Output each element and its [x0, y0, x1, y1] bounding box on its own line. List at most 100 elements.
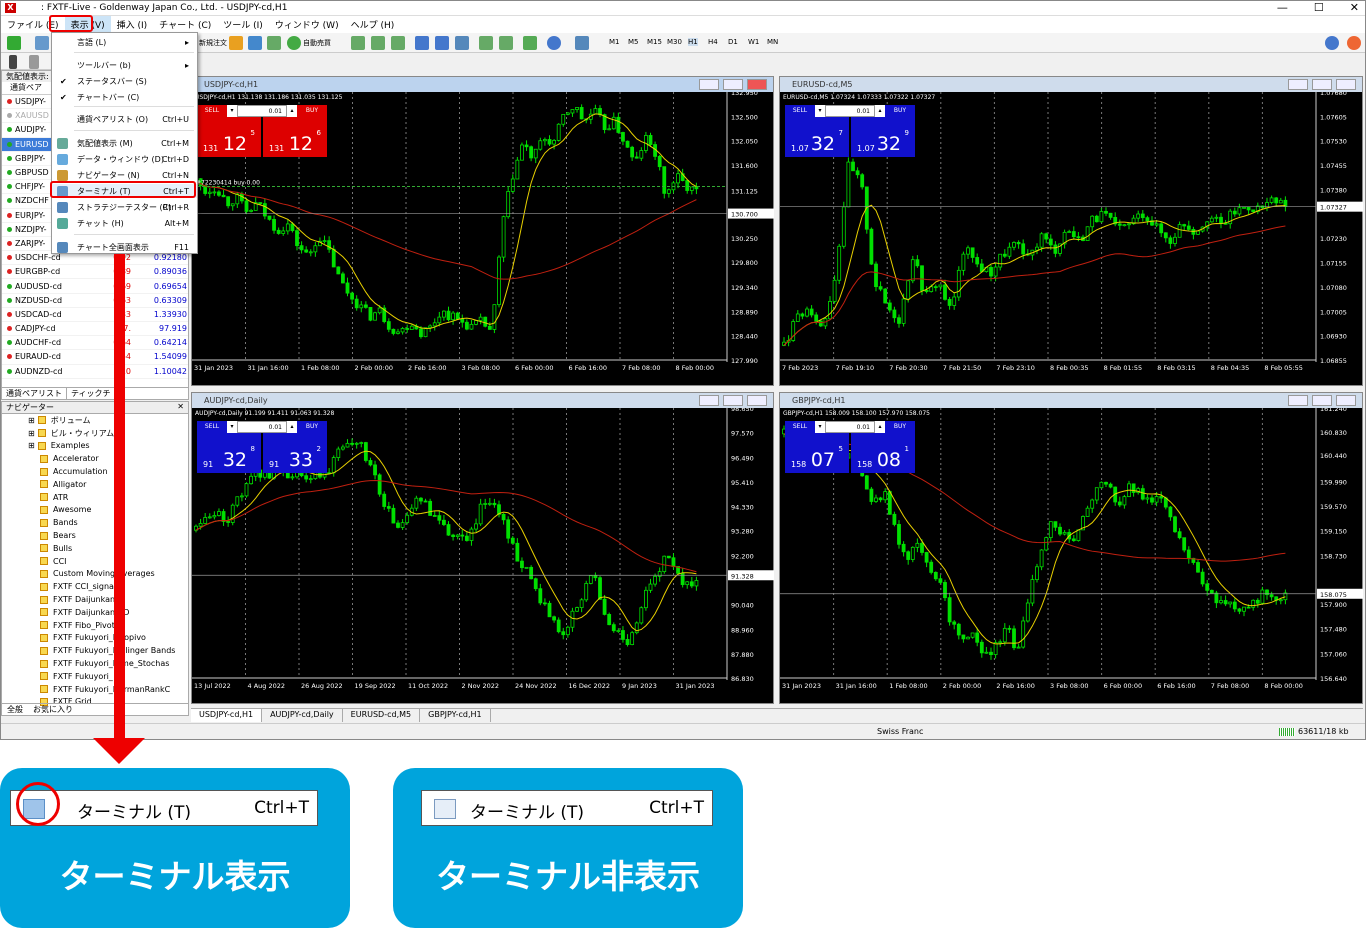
chart-close-button[interactable] — [747, 79, 767, 90]
menu-item[interactable]: ツールバー (b) ▸ — [52, 58, 197, 72]
chart-tab-gbpjpy[interactable]: GBPJPY-cd,H1 — [420, 709, 491, 722]
chart-minimize-button[interactable] — [699, 79, 719, 90]
menu-item[interactable]: 気配値表示 (M) Ctrl+M — [52, 136, 197, 150]
tf-mn[interactable]: MN — [767, 38, 778, 46]
chart-tab-audjpy[interactable]: AUDJPY-cd,Daily — [262, 709, 343, 722]
chart-window[interactable]: GBPJPY-cd,H1 161.240 160.830 160.440 159.99… — [779, 392, 1363, 704]
menu-item[interactable]: データ・ウィンドウ (D) Ctrl+D — [52, 152, 197, 166]
list-item[interactable]: AUDCHF-cd0.640.64214 — [2, 336, 188, 351]
crosshair-icon[interactable] — [29, 55, 39, 69]
tree-item[interactable]: FXTF Fukuyori_Hime_Stochas — [2, 657, 188, 670]
list-item[interactable]: CADJPY-cd97.97.919 — [2, 322, 188, 337]
cursor-icon[interactable] — [9, 55, 17, 69]
menu-item[interactable]: ✔ ステータスバー (S) — [52, 74, 197, 88]
tree-item[interactable]: ⊞ ボリューム — [2, 414, 188, 427]
chart-close-button[interactable] — [1336, 79, 1356, 90]
tf-w1[interactable]: W1 — [748, 38, 759, 46]
new-order-button[interactable]: 新規注文 — [199, 38, 227, 48]
list-item[interactable]: EURGBP-cd0.890.89036 — [2, 265, 188, 280]
maximize-button[interactable]: ☐ — [1314, 1, 1324, 14]
tree-item[interactable]: FXTF Fukuyori_ — [2, 670, 188, 683]
chart-minimize-button[interactable] — [1288, 79, 1308, 90]
chart-minimize-button[interactable] — [1288, 395, 1308, 406]
lot-size-input[interactable]: 0.01 — [825, 105, 875, 117]
profiles-icon[interactable] — [35, 36, 49, 50]
tree-item[interactable]: Accumulation — [2, 465, 188, 478]
lot-down-icon[interactable]: ▾ — [815, 421, 825, 433]
chart-shift-icon[interactable] — [499, 36, 513, 50]
bar-chart-icon[interactable] — [351, 36, 365, 50]
chart-close-button[interactable] — [747, 395, 767, 406]
menu-item[interactable]: ターミナル (T) Ctrl+T — [52, 184, 197, 198]
close-button[interactable]: ✕ — [1350, 1, 1359, 14]
tree-item[interactable]: FXTF Fukuyori_Fibopivo — [2, 632, 188, 645]
tree-item[interactable]: FXTF Fibo_Pivot — [2, 619, 188, 632]
periods-icon[interactable] — [547, 36, 561, 50]
tree-item[interactable]: Bulls — [2, 542, 188, 555]
menu-chart[interactable]: チャート (C) — [153, 16, 217, 33]
menu-item[interactable]: チャット (H) Alt+M — [52, 216, 197, 230]
auto-trade-icon[interactable] — [287, 36, 301, 50]
buy-button[interactable]: 1.07 32 9 — [851, 117, 915, 157]
chart-restore-button[interactable] — [1312, 79, 1332, 90]
menu-item[interactable]: ストラテジーテスター (R) Ctrl+R — [52, 200, 197, 214]
chart-restore-button[interactable] — [723, 79, 743, 90]
list-item[interactable]: NZDUSD-cd0.630.63309 — [2, 294, 188, 308]
tab-symbol-list[interactable]: 通貨ペアリスト — [2, 388, 67, 399]
tree-item[interactable]: FXTF Daijunkan CD — [2, 606, 188, 619]
chart-close-button[interactable] — [1336, 395, 1356, 406]
tree-item[interactable]: FXTF CCI_signal — [2, 580, 188, 593]
list-item[interactable]: USDCAD-cd1.331.33930 — [2, 308, 188, 322]
expand-icon[interactable]: ⊞ — [28, 441, 35, 450]
lot-up-icon[interactable]: ▴ — [875, 421, 885, 433]
menu-file[interactable]: ファイル (E) — [1, 16, 65, 33]
lot-size-input[interactable]: 0.01 — [237, 105, 287, 117]
chart-tab-usdjpy[interactable]: USDJPY-cd,H1 — [191, 709, 263, 722]
tf-h4[interactable]: H4 — [708, 38, 718, 46]
tab-favorites[interactable]: お気に入り — [28, 704, 78, 715]
tf-d1[interactable]: D1 — [728, 38, 738, 46]
tree-item[interactable]: Custom Moving Averages — [2, 568, 188, 581]
menu-item[interactable]: 言語 (L) ▸ — [52, 35, 197, 49]
menu-window[interactable]: ウィンドウ (W) — [269, 16, 345, 33]
sell-button[interactable]: 1.07 32 7 — [785, 117, 849, 157]
chart-window[interactable]: USDJPY-cd,H1 132.950 132.500 132.050 131.60… — [191, 76, 774, 386]
tf-m15[interactable]: M15 — [647, 38, 662, 46]
lot-up-icon[interactable]: ▴ — [875, 105, 885, 117]
zoom-in-icon[interactable] — [415, 36, 429, 50]
chart-restore-button[interactable] — [1312, 395, 1332, 406]
chart-minimize-button[interactable] — [699, 395, 719, 406]
line-chart-icon[interactable] — [391, 36, 405, 50]
candle-chart-icon[interactable] — [371, 36, 385, 50]
menu-view[interactable]: 表示 (V) — [64, 16, 111, 33]
menu-tools[interactable]: ツール (I) — [217, 16, 269, 33]
lot-size-input[interactable]: 0.01 — [237, 421, 287, 433]
buy-button[interactable]: 158 08 1 — [851, 433, 915, 473]
tree-item[interactable]: ⊞ ビル・ウィリアムス — [2, 427, 188, 440]
menu-help[interactable]: ヘルプ (H) — [345, 16, 401, 33]
tree-item[interactable]: ⊞ Examples — [2, 440, 188, 453]
tree-item[interactable]: Alligator — [2, 478, 188, 491]
sell-button[interactable]: 158 07 5 — [785, 433, 849, 473]
tab-general[interactable]: 全般 — [2, 704, 28, 715]
menu-item[interactable]: ナビゲーター (N) Ctrl+N — [52, 168, 197, 182]
new-chart-icon[interactable] — [7, 36, 21, 50]
menu-item[interactable]: チャート全画面表示 F11 — [52, 240, 197, 254]
zoom-out-icon[interactable] — [435, 36, 449, 50]
tree-item[interactable]: ATR — [2, 491, 188, 504]
tf-m5[interactable]: M5 — [628, 38, 639, 46]
expand-icon[interactable]: ⊞ — [28, 429, 35, 438]
navigator-close-icon[interactable]: ✕ — [177, 402, 184, 411]
sell-button[interactable]: 131 12 5 — [197, 117, 261, 157]
monitor-icon[interactable] — [267, 36, 281, 50]
indicators-icon[interactable] — [523, 36, 537, 50]
list-item[interactable]: AUDUSD-cd0.690.69654 — [2, 279, 188, 294]
person-icon[interactable] — [248, 36, 262, 50]
tree-item[interactable]: FXTF Fukuyori_Bollinger Bands — [2, 644, 188, 657]
tab-tick-chart[interactable]: ティックチ — [67, 388, 116, 399]
menu-item[interactable]: ✔ チャートバー (C) — [52, 90, 197, 104]
list-item[interactable]: AUDNZD-cd1.101.10042 — [2, 365, 188, 379]
autoscroll-icon[interactable] — [479, 36, 493, 50]
chart-window[interactable]: EURUSD-cd,M5 1.07680 1.07605 1.07530 1.0745… — [779, 76, 1363, 386]
auto-trade-button[interactable]: 自動売買 — [303, 38, 331, 48]
